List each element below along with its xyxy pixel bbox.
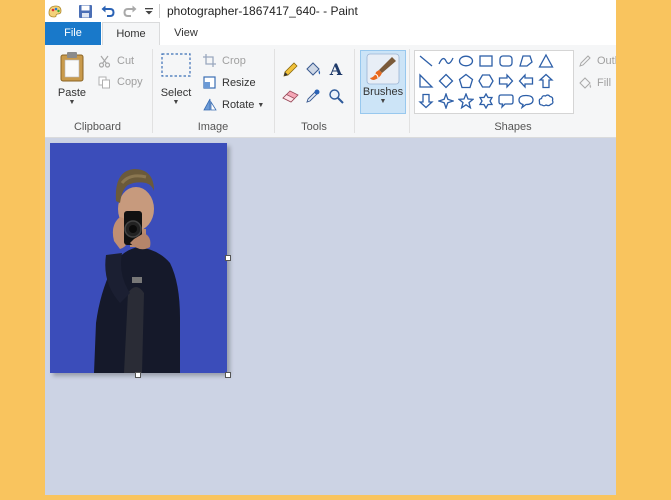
save-icon[interactable] (76, 2, 94, 20)
five-point-star-shape-icon[interactable] (457, 92, 475, 110)
title-separator (159, 4, 160, 18)
left-arrow-shape-icon[interactable] (517, 72, 535, 90)
shapes-group-label: Shapes (494, 121, 532, 133)
cut-label: Cut (117, 55, 135, 67)
customize-dropdown-icon[interactable] (140, 2, 158, 20)
group-separator (354, 49, 355, 133)
magnifier-icon[interactable] (327, 87, 345, 105)
brushes-button[interactable]: Brushes ▼ (360, 50, 406, 114)
select-icon (161, 53, 191, 77)
fill-label: Fill (597, 77, 612, 89)
brushes-label: Brushes (362, 86, 404, 98)
eraser-icon[interactable] (281, 87, 299, 105)
rotate-label: Rotate (222, 99, 255, 111)
rotate-icon (203, 98, 217, 112)
title-bar: photographer-1867417_640- - Paint (45, 0, 616, 22)
outline-label: Outl (597, 55, 616, 67)
curve-shape-icon[interactable] (437, 52, 455, 70)
rounded-callout-shape-icon[interactable] (497, 92, 515, 110)
resize-handle-right[interactable] (225, 255, 231, 261)
hexagon-shape-icon[interactable] (477, 72, 495, 90)
crop-button[interactable]: Crop (203, 54, 246, 68)
canvas-image[interactable] (50, 143, 227, 373)
fill-bucket-icon[interactable] (304, 60, 322, 78)
ribbon-tabs: File Home View (45, 22, 616, 46)
photographer-image (50, 143, 227, 373)
outline-icon (578, 54, 594, 68)
rotate-button[interactable]: Rotate ▼ (203, 98, 264, 112)
tab-view[interactable]: View (171, 22, 201, 45)
cloud-callout-shape-icon[interactable] (537, 92, 555, 110)
paste-label: Paste (57, 87, 87, 99)
paint-window: photographer-1867417_640- - Paint File H… (45, 0, 616, 495)
tools-group-label: Tools (301, 121, 327, 133)
copy-label: Copy (117, 76, 143, 88)
line-shape-icon[interactable] (417, 52, 435, 70)
crop-icon (203, 54, 217, 68)
window-title: photographer-1867417_640- - Paint (167, 4, 358, 18)
paste-icon (60, 52, 84, 82)
paste-button[interactable]: Paste ▼ (53, 51, 91, 106)
select-button[interactable]: Select ▼ (157, 51, 195, 106)
tab-file[interactable]: File (45, 22, 101, 45)
rectangle-shape-icon[interactable] (477, 52, 495, 70)
cut-icon (97, 54, 111, 68)
six-point-star-shape-icon[interactable] (477, 92, 495, 110)
rounded-rectangle-shape-icon[interactable] (497, 52, 515, 70)
fill-button[interactable]: Fill (578, 76, 611, 90)
right-triangle-shape-icon[interactable] (417, 72, 435, 90)
polygon-shape-icon[interactable] (517, 52, 535, 70)
image-group-label: Image (197, 121, 229, 133)
copy-icon (97, 75, 111, 89)
down-arrow-shape-icon[interactable] (417, 92, 435, 110)
redo-icon[interactable] (121, 2, 139, 20)
resize-handle-bottom[interactable] (135, 372, 141, 378)
outline-button[interactable]: Outl (578, 54, 616, 68)
tab-home[interactable]: Home (102, 22, 160, 46)
triangle-shape-icon[interactable] (537, 52, 555, 70)
canvas-area[interactable] (45, 138, 616, 495)
copy-button[interactable]: Copy (97, 75, 143, 89)
paint-app-icon[interactable] (46, 2, 64, 20)
four-point-star-shape-icon[interactable] (437, 92, 455, 110)
diamond-shape-icon[interactable] (437, 72, 455, 90)
rotate-dropdown-icon[interactable]: ▼ (257, 102, 264, 109)
right-arrow-shape-icon[interactable] (497, 72, 515, 90)
shapes-gallery: ▲ ▼ ▼ (414, 50, 574, 114)
oval-callout-shape-icon[interactable] (517, 92, 535, 110)
crop-label: Crop (222, 55, 246, 67)
undo-icon[interactable] (99, 2, 117, 20)
pentagon-shape-icon[interactable] (457, 72, 475, 90)
resize-handle-corner[interactable] (225, 372, 231, 378)
resize-label: Resize (222, 77, 256, 89)
color-picker-icon[interactable] (304, 87, 322, 105)
text-icon[interactable]: A (327, 60, 345, 79)
brush-icon (366, 53, 400, 85)
pencil-icon[interactable] (281, 61, 299, 79)
brushes-dropdown-icon[interactable]: ▼ (380, 98, 387, 105)
select-label: Select (160, 87, 192, 99)
ribbon: Paste ▼ Cut Copy Clipboard Select ▼ Crop… (45, 45, 616, 138)
shape-fill-icon (578, 76, 594, 90)
oval-shape-icon[interactable] (457, 52, 475, 70)
cut-button[interactable]: Cut (97, 54, 134, 68)
resize-button[interactable]: Resize (203, 76, 256, 90)
resize-icon (203, 76, 217, 90)
paste-dropdown-icon[interactable]: ▼ (69, 99, 76, 106)
clipboard-group-label: Clipboard (73, 121, 122, 133)
up-arrow-shape-icon[interactable] (537, 72, 555, 90)
select-dropdown-icon[interactable]: ▼ (173, 99, 180, 106)
